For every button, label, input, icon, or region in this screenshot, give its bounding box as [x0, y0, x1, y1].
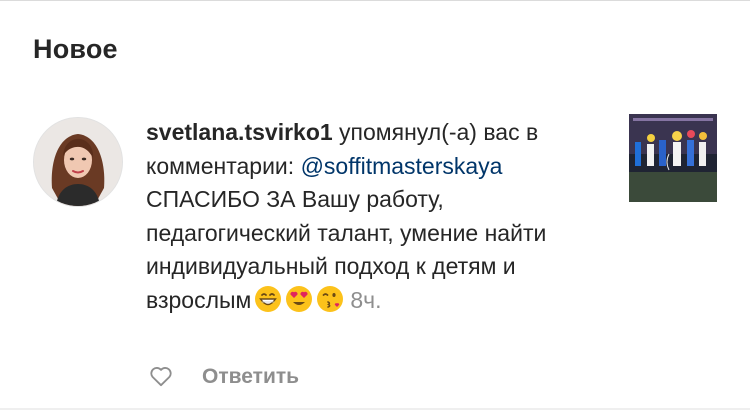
post-thumbnail-image	[629, 114, 717, 202]
notification-text: svetlana.tsvirko1 упомянул(-а) вас в ком…	[146, 116, 606, 322]
post-thumbnail[interactable]	[629, 114, 717, 202]
reply-button[interactable]: Ответить	[202, 365, 299, 389]
bottom-divider	[0, 408, 750, 410]
avatar-photo	[34, 118, 122, 206]
comment-text: СПАСИБО ЗА Вашу работу, педагогический т…	[146, 186, 547, 313]
heart-outline-icon[interactable]	[148, 363, 174, 389]
top-divider	[0, 0, 750, 1]
timestamp: 8ч.	[350, 286, 382, 313]
grinning-face-emoji	[254, 285, 282, 323]
mention-link[interactable]: @soffitmasterskaya	[301, 153, 503, 179]
username-link[interactable]: svetlana.tsvirko1	[146, 119, 333, 145]
section-title: Новое	[33, 34, 118, 64]
avatar[interactable]	[33, 117, 123, 207]
face-blowing-kiss-emoji	[316, 285, 344, 323]
notifications-screen: Новое svetlana.tsvirko1 упомянул(-а) вас…	[0, 0, 750, 418]
heart-eyes-emoji	[285, 285, 313, 323]
